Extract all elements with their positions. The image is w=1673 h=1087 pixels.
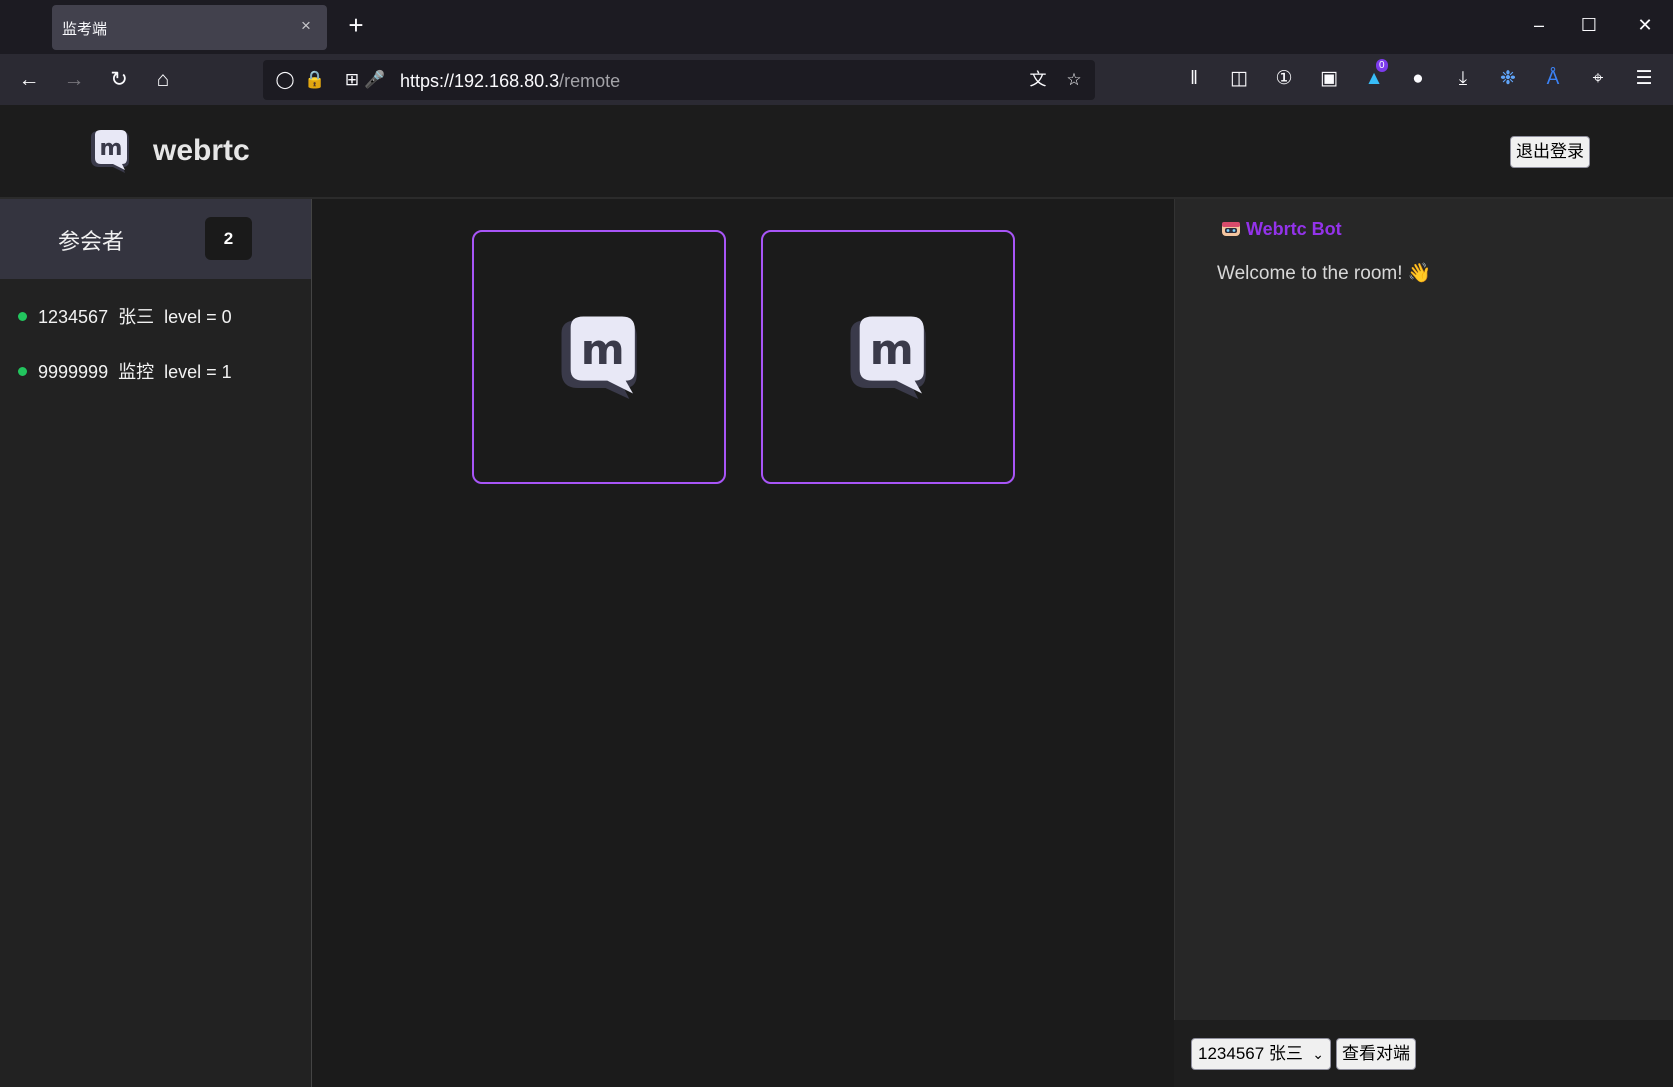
participant-id: 1234567 xyxy=(38,307,109,327)
browser-tab[interactable]: 监考端 × xyxy=(52,5,327,50)
svg-text:m: m xyxy=(581,325,625,374)
tab-title: 监考端 xyxy=(62,21,108,38)
video-grid: m m xyxy=(313,199,1174,1087)
chevron-down-icon: ⌄ xyxy=(1312,1046,1324,1062)
translate-icon[interactable]: 文 xyxy=(1026,68,1050,92)
shield-icon[interactable]: ◯ xyxy=(273,68,297,92)
new-tab-button[interactable]: + xyxy=(342,12,370,40)
bot-name: Webrtc Bot xyxy=(1246,219,1342,239)
download-icon[interactable]: ⤓ xyxy=(1449,65,1477,93)
chat-panel: Webrtc Bot Welcome to the room! 👋 xyxy=(1174,199,1673,1020)
participant-name: 张三 xyxy=(118,307,155,327)
menu-icon[interactable]: ☰ xyxy=(1630,65,1658,93)
peer-select-value: 1234567 张三 xyxy=(1198,1044,1303,1063)
video-tile[interactable]: m xyxy=(761,230,1015,484)
participant-item[interactable]: 9999999 监控 level = 1 xyxy=(18,358,242,382)
browser-toolbar: ← → ↻ ⌂ ◯ 🔒 ⊞ 🎤 https://192.168.80.3/rem… xyxy=(0,54,1673,105)
microphone-icon[interactable]: 🎤 xyxy=(363,68,387,92)
logout-button[interactable]: 退出登录 xyxy=(1510,136,1590,168)
app-header: m webrtc 退出登录 xyxy=(0,105,1673,199)
avatar-placeholder-logo: m xyxy=(850,316,926,399)
lock-icon[interactable]: 🔒 xyxy=(303,68,327,92)
minimize-icon[interactable]: – xyxy=(1524,10,1554,40)
video-tile[interactable]: m xyxy=(472,230,726,484)
app-brand-name: webrtc xyxy=(153,134,250,167)
peer-select[interactable]: 1234567 张三 ⌄ xyxy=(1191,1038,1331,1070)
participant-name: 监控 xyxy=(118,362,155,382)
notification-extension-icon[interactable]: ▲ 0 xyxy=(1360,59,1388,93)
chat-footer: 1234567 张三 ⌄ 查看对端 xyxy=(1174,1020,1673,1087)
home-icon[interactable]: ⌂ xyxy=(148,65,178,95)
participants-header: 参会者 2 xyxy=(0,199,311,279)
online-status-dot xyxy=(18,366,27,376)
url-path: /remote xyxy=(559,71,621,91)
url-host: https://192.168.80.3 xyxy=(400,71,560,91)
view-peer-button[interactable]: 查看对端 xyxy=(1336,1038,1416,1070)
password-manager-icon[interactable]: ① xyxy=(1270,65,1298,93)
sidebar-toggle-icon[interactable]: ◫ xyxy=(1225,65,1253,93)
avatar-placeholder-logo: m xyxy=(561,316,637,399)
participant-id: 9999999 xyxy=(38,362,109,382)
permissions-icon[interactable]: ⊞ xyxy=(340,68,364,92)
participants-sidebar: 参会者 2 1234567 张三 level = 0 9999999 监控 level … xyxy=(0,199,312,1087)
translate-extension-icon[interactable]: Å xyxy=(1539,65,1567,93)
robot-icon xyxy=(1222,222,1240,236)
back-icon[interactable]: ← xyxy=(14,65,44,95)
participant-count-badge: 2 xyxy=(205,217,252,260)
svg-text:m: m xyxy=(870,325,914,374)
address-bar[interactable]: ◯ 🔒 ⊞ 🎤 https://192.168.80.3/remote 文 ☆ xyxy=(263,60,1095,100)
wechat-icon[interactable]: ● xyxy=(1404,65,1432,93)
maximize-icon[interactable]: ☐ xyxy=(1574,10,1604,40)
library-icon[interactable]: ‖ xyxy=(1180,65,1208,93)
participant-item[interactable]: 1234567 张三 level = 0 xyxy=(18,303,242,327)
crop-icon[interactable]: ⌖ xyxy=(1584,65,1612,93)
close-window-icon[interactable]: ✕ xyxy=(1630,10,1660,40)
app-logo[interactable]: m xyxy=(85,127,133,175)
participant-level: level = 0 xyxy=(164,307,232,327)
notification-badge: 0 xyxy=(1376,59,1388,72)
reader-extension-icon[interactable]: ▣ xyxy=(1315,65,1343,93)
close-tab-icon[interactable]: × xyxy=(295,15,317,37)
online-status-dot xyxy=(18,311,27,321)
participant-level: level = 1 xyxy=(164,362,232,382)
extension-icon[interactable]: ❉ xyxy=(1494,65,1522,93)
browser-tab-strip: 监考端 × + – ☐ ✕ xyxy=(0,0,1673,54)
reload-icon[interactable]: ↻ xyxy=(104,65,134,95)
forward-icon[interactable]: → xyxy=(59,65,89,95)
participants-title: 参会者 xyxy=(58,229,125,254)
bookmark-star-icon[interactable]: ☆ xyxy=(1062,68,1086,92)
url-text[interactable]: https://192.168.80.3/remote xyxy=(400,71,620,92)
svg-text:m: m xyxy=(100,136,123,161)
chat-message: Welcome to the room! 👋 xyxy=(1217,263,1432,284)
